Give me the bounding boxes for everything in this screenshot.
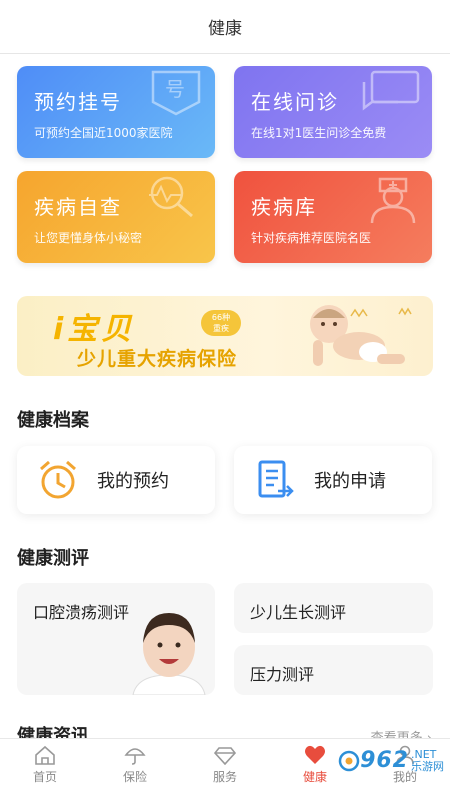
page-header: 健康 — [0, 0, 450, 54]
tab-insurance[interactable]: 保险 — [90, 739, 180, 800]
diamond-icon — [214, 747, 236, 765]
watermark-logo-icon — [338, 750, 360, 771]
insurance-banner[interactable]: i宝贝 66种 重疾 少儿重大疾病保险 — [17, 296, 433, 376]
card-label: 我的申请 — [314, 471, 386, 492]
eval-child-growth[interactable]: 少儿生长测评 — [234, 583, 433, 633]
tab-home[interactable]: 首页 — [0, 739, 90, 800]
ticket-icon: 号 — [151, 70, 201, 116]
eval-label: 口腔溃疡测评 — [33, 603, 130, 622]
banner-brand: i宝贝 — [53, 312, 136, 347]
umbrella-icon — [124, 748, 146, 765]
tile-disease-library[interactable]: 疾病库 针对疾病推荐医院名医 — [234, 171, 432, 263]
eval-label: 少儿生长测评 — [250, 603, 347, 622]
tile-appointment[interactable]: 号 预约挂号 可预约全国近1000家医院 — [17, 66, 215, 158]
tile-subtitle: 可预约全国近1000家医院 — [34, 126, 173, 140]
my-application-card[interactable]: 我的申请 — [234, 446, 432, 514]
section-title-records: 健康档案 — [17, 410, 89, 431]
page-title: 健康 — [208, 19, 242, 39]
site-watermark: 962 .NET 乐游网 — [338, 748, 444, 773]
banner-subtitle: 少儿重大疾病保险 — [77, 348, 238, 370]
baby-illustration — [310, 305, 412, 366]
heart-icon — [305, 745, 325, 764]
tab-service[interactable]: 服务 — [180, 739, 270, 800]
document-arrow-icon — [258, 460, 294, 498]
tile-online-consult[interactable]: 在线问诊 在线1对1医生问诊全免费 — [234, 66, 432, 158]
tile-subtitle: 在线1对1医生问诊全免费 — [251, 126, 387, 140]
eval-label: 压力测评 — [250, 665, 315, 684]
card-label: 我的预约 — [97, 471, 169, 492]
home-icon — [35, 745, 55, 765]
child-photo — [132, 613, 206, 695]
alarm-clock-icon — [40, 460, 76, 499]
my-appointment-card[interactable]: 我的预约 — [17, 446, 215, 514]
tile-subtitle: 让您更懂身体小秘密 — [34, 231, 143, 245]
magnifier-pulse-icon — [149, 176, 193, 218]
section-title-evaluation: 健康测评 — [17, 548, 89, 569]
banner-badge: 66种 重疾 — [201, 310, 241, 336]
eval-stress[interactable]: 压力测评 — [234, 645, 433, 695]
eval-oral-ulcer[interactable]: 口腔溃疡测评 — [17, 583, 215, 695]
tile-self-check[interactable]: 疾病自查 让您更懂身体小秘密 — [17, 171, 215, 263]
tile-subtitle: 针对疾病推荐医院名医 — [251, 231, 372, 245]
chat-icon — [362, 70, 420, 111]
svg-text:号: 号 — [165, 77, 185, 101]
doctor-icon — [370, 177, 416, 224]
